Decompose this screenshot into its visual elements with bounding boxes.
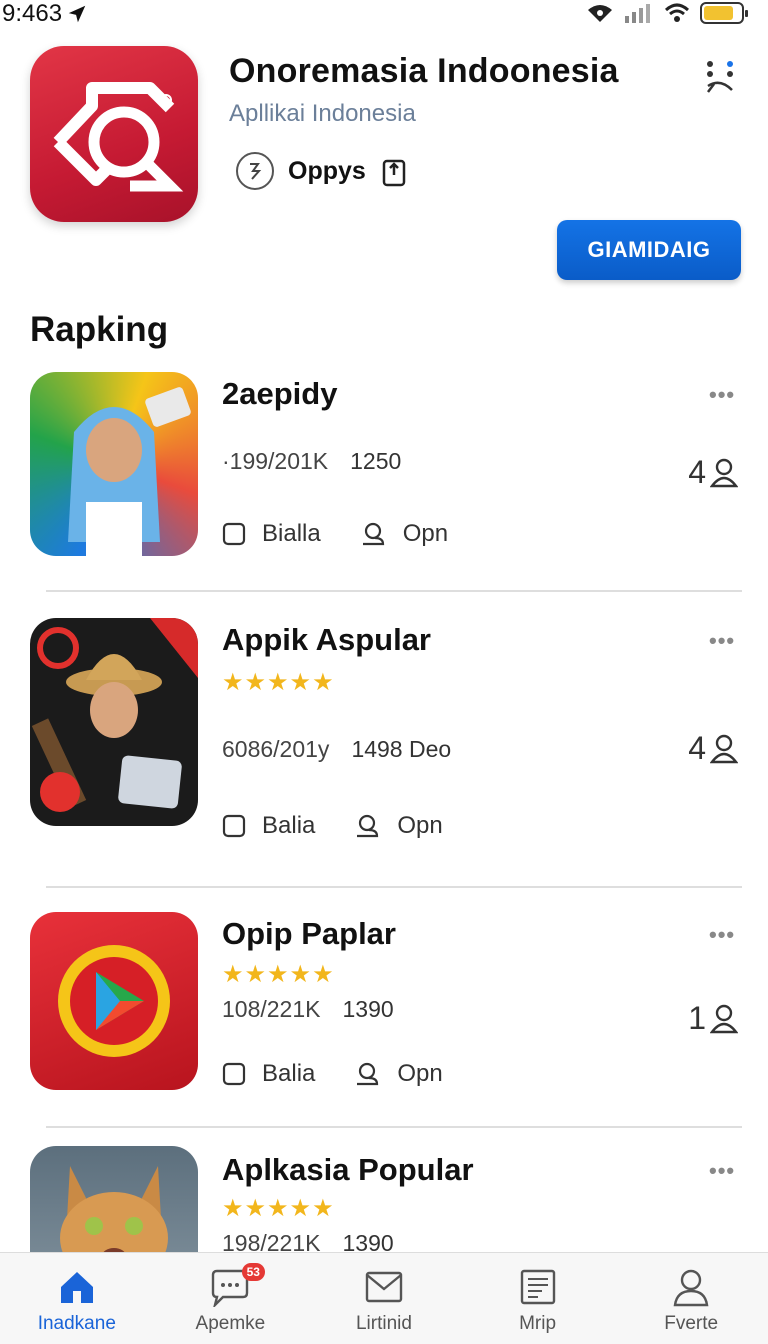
person-icon (357, 1062, 379, 1086)
rating-stars: ★★★★★ (222, 669, 335, 696)
bookmark-action[interactable]: Bialla (222, 520, 321, 548)
item-name: Opip Paplar (222, 916, 396, 951)
developer-row[interactable]: Oppys (236, 152, 408, 190)
tab-label: Inadkane (37, 1313, 116, 1334)
user-icon (710, 734, 738, 763)
tab-document[interactable]: Mrip (461, 1253, 615, 1344)
item-count: 4 (688, 730, 738, 767)
tab-mail[interactable]: Lirtinid (307, 1253, 461, 1344)
more-options-icon[interactable]: ••• (709, 1158, 735, 1184)
user-icon (710, 1004, 738, 1033)
app-title: Onoremasia Indoonesia (229, 52, 619, 90)
divider (46, 886, 742, 888)
bookmark-action[interactable]: Balia (222, 1060, 315, 1088)
tab-label: Lirtinid (355, 1313, 412, 1334)
checkbox-icon (222, 814, 246, 838)
tab-profile[interactable]: Fverte (614, 1253, 768, 1344)
item-count-value: 4 (688, 454, 706, 490)
share-icon[interactable] (380, 155, 408, 187)
battery-icon (700, 2, 748, 24)
tab-label: Fverte (664, 1313, 719, 1334)
item-name: Appik Aspular (222, 622, 431, 657)
item-stat-reviews: 1498 Deo (351, 736, 452, 762)
item-stat-reviews: 1390 (342, 1230, 394, 1252)
item-stat-downloads: 108/221K (222, 996, 321, 1022)
home-icon (60, 1272, 93, 1303)
item-count: 4 (688, 454, 738, 491)
person-icon (357, 814, 379, 838)
open-action[interactable]: Opn (355, 1060, 443, 1088)
options-menu-icon[interactable] (700, 58, 740, 98)
more-options-icon[interactable]: ••• (709, 922, 735, 948)
get-button[interactable]: GIAMIDAIG (557, 220, 741, 280)
action-label: Balia (262, 1060, 316, 1087)
rating-stars: ★★★★★ (222, 961, 335, 988)
user-icon (710, 458, 738, 487)
action-label: Balia (262, 812, 316, 839)
app-logo-icon (30, 46, 198, 222)
status-icons (586, 2, 748, 24)
app-thumbnail-girl-hat (30, 618, 198, 826)
app-thumbnail-cat (30, 1146, 198, 1252)
time-text: 9:463 (2, 0, 63, 27)
tab-label: Apemke (195, 1313, 266, 1334)
item-actions: Bialla Opn (222, 520, 448, 548)
rating-stars: ★★★★★ (222, 1195, 335, 1222)
item-stat-reviews: 1250 (350, 448, 402, 474)
app-subtitle[interactable]: Apllikai Indonesia (229, 100, 416, 128)
tab-label: Mrip (519, 1313, 557, 1334)
divider (46, 1126, 742, 1128)
checkbox-icon (222, 522, 246, 546)
item-count-value: 4 (688, 730, 706, 766)
item-count: 1 (688, 1000, 738, 1037)
wifi-icon (664, 3, 690, 22)
mail-icon (365, 1271, 403, 1303)
open-action[interactable]: Opn (361, 520, 448, 548)
profile-icon (673, 1269, 709, 1307)
notification-badge: 53 (241, 1263, 265, 1281)
item-stat-downloads: 6086/201y (222, 736, 330, 762)
section-title: Rapking (30, 310, 169, 349)
developer-logo-icon (236, 152, 274, 190)
list-item[interactable]: Opip Paplar ★★★★★ 108/221K 1390 1 ••• Ba… (0, 912, 768, 1112)
checkbox-icon (222, 1062, 246, 1086)
list-item[interactable]: Appik Aspular ★★★★★ 6086/201y 1498 Deo 4… (0, 618, 768, 858)
bottom-tab-bar: Inadkane 53 Apemke Lirtinid Mrip Fverte (0, 1252, 768, 1344)
item-stat-downloads: 198/221K (222, 1230, 321, 1252)
developer-name: Oppys (288, 156, 366, 185)
document-icon (520, 1269, 555, 1305)
item-stats: 108/221K 1390 (222, 996, 394, 1023)
list-item[interactable]: 2aepidy ·199/201K 1250 4 ••• Bialla Opn (0, 372, 768, 592)
status-time: 9:463 (2, 0, 88, 28)
signal-icon (625, 4, 650, 23)
item-stats: 6086/201y 1498 Deo (222, 736, 451, 763)
divider (46, 590, 742, 592)
tab-chat[interactable]: 53 Apemke (154, 1253, 308, 1344)
more-options-icon[interactable]: ••• (709, 382, 735, 408)
person-icon (362, 522, 384, 546)
action-label: Bialla (262, 520, 321, 547)
action-label: Opn (402, 520, 449, 547)
app-thumbnail-girl-hijab (30, 372, 198, 556)
list-item[interactable]: Aplkasia Popular ★★★★★ 198/221K 1390 ••• (0, 1146, 768, 1252)
status-bar: 9:463 (0, 0, 768, 30)
item-stat-downloads: ·199/201K (222, 448, 329, 474)
location-arrow-icon (68, 5, 86, 23)
item-count-value: 1 (688, 1000, 706, 1036)
wifi-alt-icon (588, 5, 612, 22)
action-label: Opn (397, 812, 443, 839)
more-options-icon[interactable]: ••• (709, 628, 735, 654)
action-label: Opn (397, 1060, 443, 1087)
item-stat-reviews: 1390 (342, 996, 394, 1022)
item-stats: ·199/201K 1250 (222, 448, 401, 475)
open-action[interactable]: Opn (355, 812, 443, 840)
bookmark-action[interactable]: Balia (222, 812, 315, 840)
item-name: Aplkasia Popular (222, 1152, 474, 1187)
item-name: 2aepidy (222, 376, 338, 411)
item-stats: 198/221K 1390 (222, 1230, 394, 1252)
item-actions: Balia Opn (222, 812, 443, 840)
item-actions: Balia Opn (222, 1060, 443, 1088)
app-thumbnail-play (30, 912, 198, 1090)
tab-home[interactable]: Inadkane (0, 1253, 154, 1344)
